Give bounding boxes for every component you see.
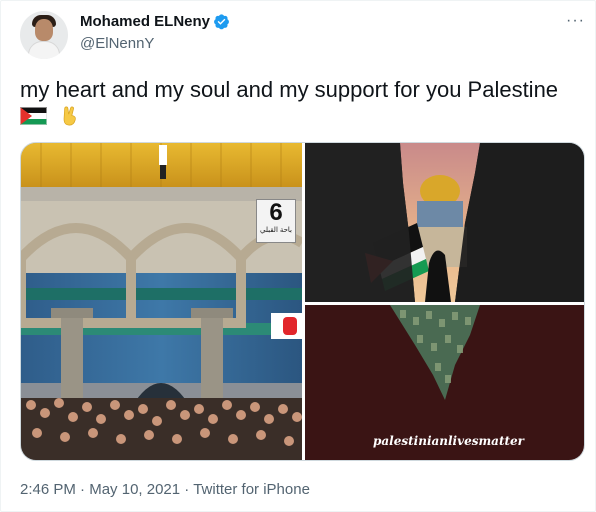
author-handle[interactable]: @ElNennY [80,35,154,52]
more-options-icon[interactable]: ··· [566,12,585,30]
tweet-date[interactable]: May 10, 2021 [89,481,180,498]
gate-number: 6 [269,199,283,226]
dome-of-the-rock-flag-photo [305,143,584,302]
al-aqsa-crowd-photo [21,143,302,460]
tweet-time[interactable]: 2:46 PM [20,481,76,498]
verified-badge-icon [214,14,229,30]
gate-sign-text: باحة القبلي [260,227,292,234]
tweet-client[interactable]: Twitter for iPhone [193,481,310,498]
palestine-flag-emoji-icon [20,107,47,125]
author-avatar[interactable] [20,11,68,59]
media-image-al-aqsa-crowd[interactable]: 6 باحة القبلي [21,143,302,460]
victory-hand-emoji-icon [63,106,76,126]
meta-separator: · [75,481,90,498]
tweet-card[interactable]: Mohamed ELNeny @ElNennY ··· my heart and… [0,0,596,512]
gate-number-sign: 6 باحة القبلي [256,199,296,243]
media-image-dome-flag[interactable] [305,143,584,302]
tweet-text: my heart and my soul and my support for … [20,77,559,102]
avatar-face [35,19,53,41]
avatar-shirt [28,41,60,59]
media-grid[interactable]: 6 باحة القبلي palestinianlivesmatter [20,142,585,461]
tweet-emoji-row [20,105,81,127]
meta-separator-2: · [180,481,194,498]
media-image-palestinian-lives-matter[interactable]: palestinianlivesmatter [305,305,584,460]
artwork-caption: palestinianlivesmatter [373,434,524,448]
author-name-row[interactable]: Mohamed ELNeny [80,13,230,30]
tweet-meta: 2:46 PM · May 10, 2021 · Twitter for iPh… [20,481,310,498]
author-display-name[interactable]: Mohamed ELNeny [80,13,210,30]
